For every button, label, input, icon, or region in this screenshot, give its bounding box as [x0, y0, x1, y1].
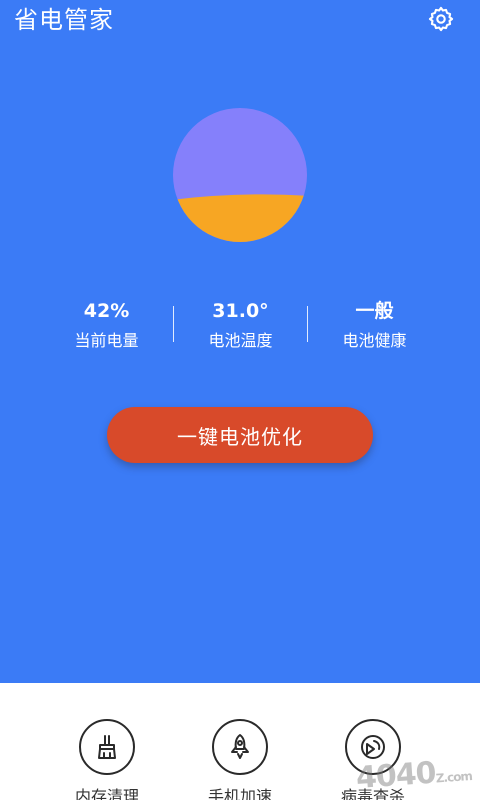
tool-label: 内存清理 — [74, 787, 139, 800]
gear-icon — [428, 6, 454, 32]
stat-label: 当前电量 — [74, 331, 139, 350]
settings-button[interactable] — [425, 3, 457, 35]
shield-scan-icon — [361, 735, 385, 759]
battery-fill-area — [173, 194, 307, 242]
one-click-optimize-button[interactable]: 一键电池优化 — [107, 407, 373, 463]
tool-label: 手机加速 — [207, 787, 272, 800]
stat-battery-temperature: 31.0° 电池温度 — [174, 298, 307, 352]
tool-memory-clean[interactable]: 内存清理 — [47, 719, 167, 800]
stat-value: 42% — [83, 300, 130, 322]
stat-current-charge: 42% 当前电量 — [40, 298, 173, 352]
tool-icon-circle — [79, 719, 135, 775]
broom-icon — [98, 735, 116, 759]
tool-icon-circle — [212, 719, 268, 775]
battery-manager-screen: 省电管家 42% 当前电量 31.0° 电池温度 一般 电池健康 一键电池优化 … — [0, 0, 480, 800]
tools-panel: 内存清理 手机加速 病毒查杀 4040Z.com — [0, 683, 480, 800]
stat-battery-health: 一般 电池健康 — [308, 298, 441, 352]
battery-level-globe — [173, 108, 307, 242]
battery-stats: 42% 当前电量 31.0° 电池温度 一般 电池健康 — [40, 298, 440, 358]
stat-label: 电池温度 — [208, 331, 273, 350]
rocket-icon — [231, 734, 249, 759]
watermark-suffix: Z.com — [435, 768, 473, 786]
app-title: 省电管家 — [14, 6, 114, 34]
stat-value: 一般 — [355, 300, 394, 322]
tool-phone-boost[interactable]: 手机加速 — [180, 719, 300, 800]
stat-value: 31.0° — [212, 300, 269, 322]
site-watermark: 4040Z.com — [355, 753, 473, 796]
watermark-text: 4040 — [355, 755, 438, 796]
stat-label: 电池健康 — [342, 331, 407, 350]
